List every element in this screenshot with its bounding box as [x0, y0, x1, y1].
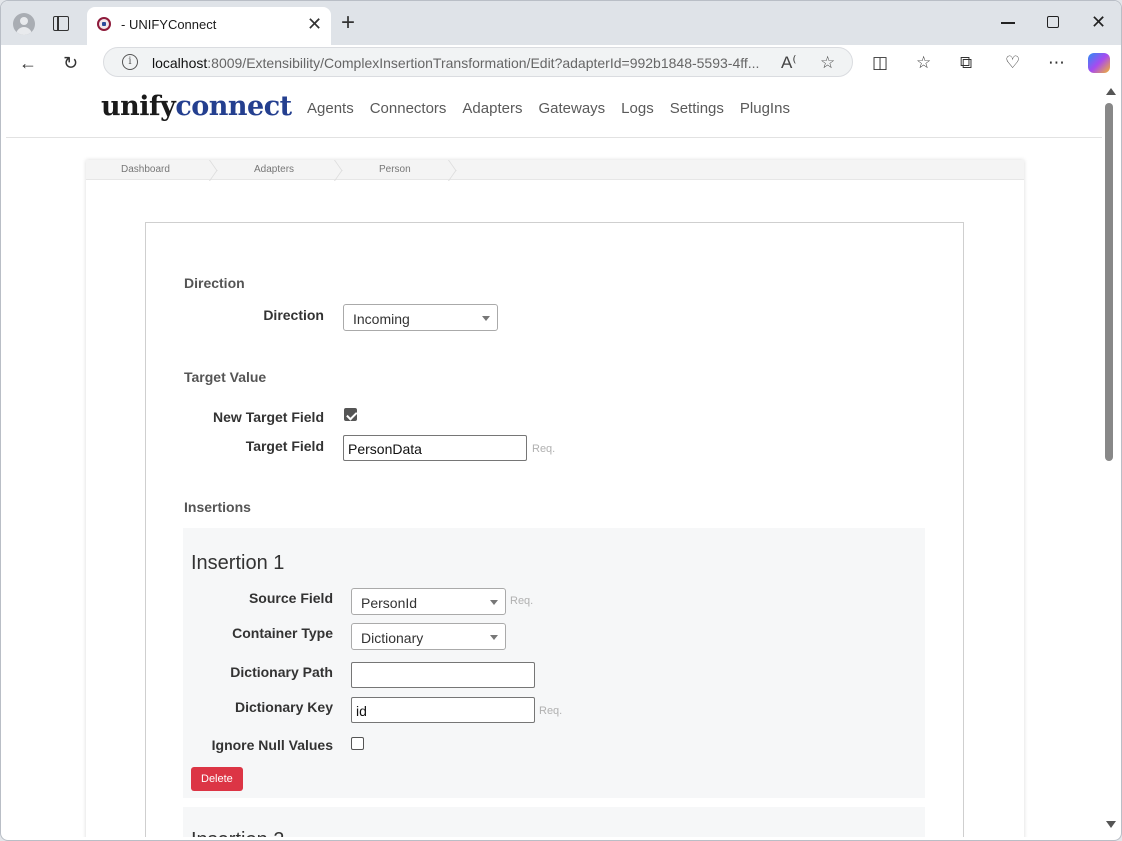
insertion-block: Insertion 2 [183, 807, 925, 837]
favorite-star-icon[interactable]: ☆ [820, 52, 835, 74]
scroll-up-arrow-icon[interactable] [1106, 88, 1116, 95]
browser-window: - UNIFYConnect ✕ + ✕ ← ↻ i localhost:800… [0, 0, 1122, 841]
insertion-title: Insertion 1 [191, 552, 285, 574]
target-field-value: PersonData [348, 441, 422, 457]
url-host: localhost [152, 55, 208, 71]
direction-selected-value: Incoming [353, 311, 410, 327]
maximize-icon[interactable] [1047, 16, 1059, 28]
breadcrumb: Dashboard Adapters Person [86, 160, 1024, 180]
breadcrumb-separator [334, 160, 346, 180]
source-field-label: Source Field [248, 590, 333, 606]
favorites-icon[interactable]: ☆ [916, 51, 931, 75]
required-hint: Req. [532, 443, 556, 455]
nav-connectors[interactable]: Connectors [370, 100, 447, 117]
target-field-input[interactable]: PersonData [343, 435, 527, 461]
dictionary-key-label: Dictionary Key [234, 699, 333, 715]
content-card: Dashboard Adapters Person Direction Dire… [86, 160, 1024, 837]
split-screen-icon[interactable]: ◫ [872, 51, 888, 75]
nav-adapters[interactable]: Adapters [462, 100, 522, 117]
source-field-select[interactable]: PersonId [351, 588, 506, 615]
nav-settings[interactable]: Settings [670, 100, 724, 117]
container-type-selected-value: Dictionary [361, 630, 424, 646]
nav-plugins[interactable]: PlugIns [740, 100, 790, 117]
scroll-down-arrow-icon[interactable] [1106, 821, 1116, 828]
main-nav: Agents Connectors Adapters Gateways Logs… [307, 100, 790, 117]
address-toolbar: ← ↻ i localhost:8009/Extensibility/Compl… [1, 45, 1121, 83]
minimize-icon[interactable] [1001, 22, 1015, 24]
container-type-label: Container Type [232, 625, 333, 641]
more-menu-icon[interactable]: ⋯ [1048, 51, 1065, 75]
breadcrumb-separator [448, 160, 460, 180]
dictionary-key-value: id [356, 703, 367, 719]
direction-label: Direction [263, 307, 324, 323]
direction-select[interactable]: Incoming [343, 304, 498, 331]
back-icon[interactable]: ← [19, 51, 37, 75]
new-target-field-checkbox[interactable] [344, 408, 357, 421]
site-header: unifyconnect Agents Connectors Adapters … [6, 83, 1102, 138]
required-hint: Req. [539, 705, 563, 717]
ignore-null-values-label: Ignore Null Values [211, 737, 333, 753]
tab-close-icon[interactable]: ✕ [307, 14, 322, 34]
logo-text-connect: connect [175, 91, 292, 122]
site-favicon-icon [97, 17, 111, 31]
new-tab-icon[interactable]: + [341, 10, 355, 36]
new-target-field-label: New Target Field [213, 409, 324, 425]
insertion-block: Insertion 1 Source Field PersonId Req. C… [183, 528, 925, 798]
address-bar[interactable]: i localhost:8009/Extensibility/ComplexIn… [103, 47, 853, 77]
nav-logs[interactable]: Logs [621, 100, 654, 117]
tab-bar: - UNIFYConnect ✕ + ✕ [1, 1, 1121, 45]
dictionary-key-input[interactable]: id [351, 697, 535, 723]
nav-gateways[interactable]: Gateways [538, 100, 605, 117]
insertions-section-heading: Insertions [184, 499, 251, 515]
target-value-section-heading: Target Value [184, 369, 267, 385]
tab-title: - UNIFYConnect [121, 17, 217, 32]
copilot-icon[interactable] [1088, 53, 1110, 73]
page-viewport: unifyconnect Agents Connectors Adapters … [6, 83, 1102, 837]
breadcrumb-person[interactable]: Person [379, 164, 411, 175]
window-close-icon[interactable]: ✕ [1091, 11, 1106, 33]
scroll-thumb[interactable] [1105, 103, 1113, 461]
container-type-select[interactable]: Dictionary [351, 623, 506, 650]
direction-section-heading: Direction [184, 275, 245, 291]
page-scrollbar[interactable] [1102, 83, 1119, 837]
breadcrumb-adapters[interactable]: Adapters [254, 164, 294, 175]
read-aloud-icon[interactable]: A⁽ [781, 52, 797, 74]
unifyconnect-logo[interactable]: unifyconnect [101, 91, 292, 122]
browser-essentials-icon[interactable]: ♡ [1005, 51, 1020, 75]
ignore-null-values-checkbox[interactable] [351, 737, 364, 750]
delete-insertion-button[interactable]: Delete [191, 767, 243, 791]
transformation-form: Direction Direction Incoming Target Valu… [145, 222, 964, 837]
nav-agents[interactable]: Agents [307, 100, 354, 117]
dictionary-path-label: Dictionary Path [230, 664, 333, 680]
site-info-icon[interactable]: i [122, 54, 138, 70]
tab-actions-icon[interactable] [53, 16, 69, 31]
browser-tab[interactable]: - UNIFYConnect ✕ [87, 7, 331, 45]
dictionary-path-input[interactable] [351, 662, 535, 688]
breadcrumb-separator [209, 160, 221, 180]
required-hint: Req. [510, 595, 534, 607]
logo-text-unify: unify [101, 91, 176, 122]
url-text[interactable]: localhost:8009/Extensibility/ComplexInse… [152, 55, 759, 71]
collections-icon[interactable]: ⧉ [960, 51, 972, 75]
breadcrumb-dashboard[interactable]: Dashboard [121, 164, 170, 175]
refresh-icon[interactable]: ↻ [63, 51, 78, 75]
insertion-title: Insertion 2 [191, 829, 284, 837]
source-field-selected-value: PersonId [361, 595, 418, 611]
profile-icon[interactable] [13, 13, 35, 35]
target-field-label: Target Field [245, 438, 324, 454]
url-path: :8009/Extensibility/ComplexInsertionTran… [207, 55, 760, 71]
